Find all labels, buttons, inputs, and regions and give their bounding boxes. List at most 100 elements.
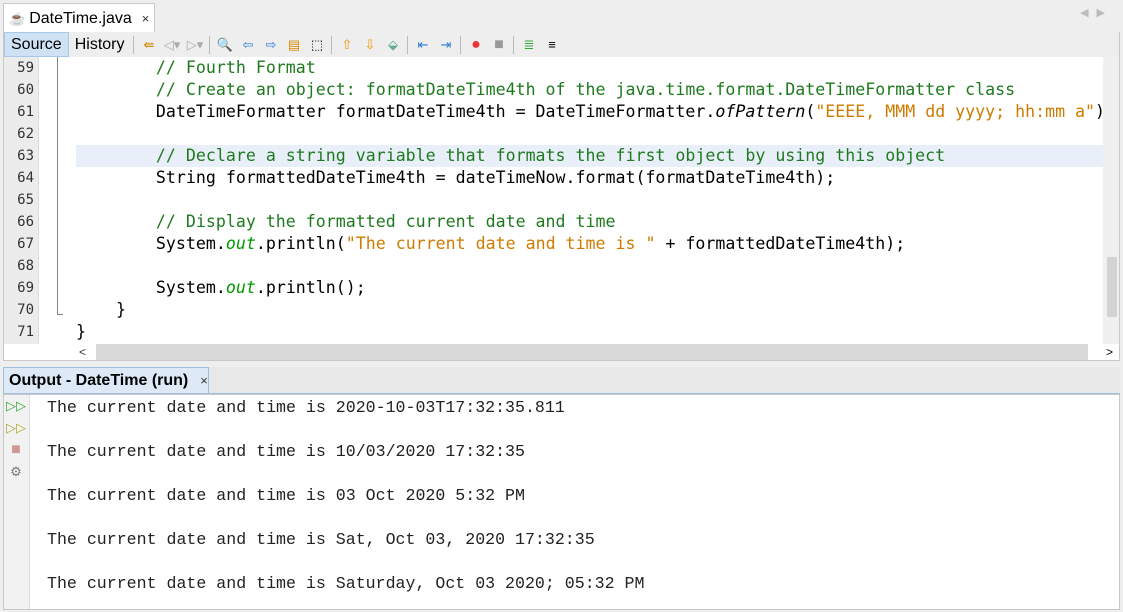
scrollbar-thumb[interactable]: [96, 344, 1088, 360]
find-previous-icon[interactable]: ⇦: [239, 36, 256, 53]
uncomment-icon[interactable]: ≡: [543, 36, 560, 53]
code-token: // Create an object: formatDateTime4th o…: [76, 80, 1016, 99]
code-line: // Fourth Format: [76, 57, 1119, 79]
code-token: out: [225, 234, 256, 253]
stop-macro-icon[interactable]: ■: [490, 36, 507, 53]
toggle-highlight-icon[interactable]: ▤: [285, 36, 302, 53]
code-area[interactable]: // Fourth Format // Create an object: fo…: [76, 57, 1119, 343]
output-panel: ▷▷ ▷▷ ■ ⚙ The current date and time is 2…: [3, 394, 1120, 610]
output-line: The current date and time is 2020-10-03T…: [47, 398, 565, 417]
scroll-left-icon[interactable]: <: [79, 344, 93, 360]
line-number: 66: [17, 214, 34, 230]
comment-icon[interactable]: ≣: [520, 36, 537, 53]
output-tab[interactable]: Output - DateTime (run) ×: [3, 367, 209, 394]
output-tab-bar: [209, 367, 1120, 394]
code-token: String formattedDateTime4th = dateTimeNo…: [76, 168, 836, 187]
find-icon[interactable]: 🔍: [216, 36, 233, 53]
toggle-bookmark-icon[interactable]: ⬙: [384, 36, 401, 53]
scrollbar-thumb[interactable]: [1107, 257, 1117, 317]
stop-icon[interactable]: ■: [6, 440, 26, 460]
line-number: 69: [17, 280, 34, 296]
divider: [460, 35, 462, 54]
line-number: 60: [17, 82, 34, 98]
close-icon[interactable]: ×: [200, 373, 208, 388]
code-line: // Create an object: formatDateTime4th o…: [76, 79, 1119, 101]
code-token: "EEEE, MMM dd yyyy; hh:mm a": [815, 102, 1096, 121]
history-tab[interactable]: History: [69, 32, 131, 57]
editor-toolbar: Source History ⇚ ◁▾ ▷▾ 🔍 ⇦ ⇨ ▤ ⬚ ⇧ ⇩ ⬙ ⇤…: [3, 32, 1120, 57]
output-line: The current date and time is Saturday, O…: [47, 574, 645, 593]
file-tab[interactable]: ☕ DateTime.java ×: [3, 3, 155, 33]
shift-left-icon[interactable]: ⇤: [414, 36, 431, 53]
output-line: The current date and time is 03 Oct 2020…: [47, 486, 525, 505]
divider: [513, 35, 515, 54]
code-token: + formattedDateTime4th);: [655, 234, 906, 253]
code-token: .println();: [255, 278, 366, 297]
rerun-icon[interactable]: ▷▷: [6, 396, 26, 416]
output-tab-title: Output - DateTime (run): [9, 371, 189, 389]
line-number: 68: [17, 258, 34, 274]
code-token: }: [76, 322, 86, 341]
code-token: }: [76, 300, 126, 319]
divider: [331, 35, 333, 54]
toggle-rectangular-selection-icon[interactable]: ⬚: [308, 36, 325, 53]
line-number: 61: [17, 104, 34, 120]
line-number: 59: [17, 60, 34, 76]
settings-icon[interactable]: ⚙: [6, 462, 26, 482]
code-line: System.out.println("The current date and…: [76, 233, 1119, 255]
fold-margin: [40, 57, 76, 344]
code-token: ofPattern: [715, 102, 806, 121]
rerun-with-options-icon[interactable]: ▷▷: [6, 418, 26, 438]
tab-scroll-arrows[interactable]: ◀▶: [1080, 6, 1113, 19]
editor-tab-bar: ☕ DateTime.java × ◀▶: [0, 0, 1123, 33]
code-token: // Declare a string variable that format…: [76, 146, 946, 165]
divider: [133, 35, 135, 54]
code-line: }: [76, 321, 1119, 343]
output-text: The current date and time is 2020-10-03T…: [47, 397, 644, 595]
last-edit-icon[interactable]: ⇚: [140, 36, 157, 53]
line-number: 67: [17, 236, 34, 252]
close-icon[interactable]: ×: [142, 11, 150, 26]
code-token: System.: [76, 234, 226, 253]
divider: [209, 35, 211, 54]
file-tab-title: DateTime.java: [29, 9, 132, 27]
output-line: The current date and time is 10/03/2020 …: [47, 442, 525, 461]
code-token: (: [805, 102, 816, 121]
scroll-right-icon[interactable]: >: [1106, 344, 1113, 360]
code-line: DateTimeFormatter formatDateTime4th = Da…: [76, 101, 1119, 123]
code-token: .println(: [255, 234, 346, 253]
forward-icon[interactable]: ▷▾: [186, 36, 204, 53]
code-editor[interactable]: 59 60 61 62 63 64 65 66 67 68 69 70 71 // Fourth For…: [3, 57, 1120, 344]
code-line: // Declare a string variable that format…: [76, 145, 1119, 167]
code-token: // Fourth Format: [76, 58, 316, 77]
shift-right-icon[interactable]: ⇥: [437, 36, 454, 53]
find-next-icon[interactable]: ⇨: [262, 36, 279, 53]
code-token: System.: [76, 278, 226, 297]
line-number: 62: [17, 126, 34, 142]
line-number: 70: [17, 302, 34, 318]
start-macro-icon[interactable]: ●: [467, 36, 484, 53]
line-number-gutter: 59 60 61 62 63 64 65 66 67 68 69 70 71: [4, 57, 39, 344]
vertical-scrollbar[interactable]: [1103, 57, 1119, 344]
output-line: The current date and time is Sat, Oct 03…: [47, 530, 595, 549]
code-line: String formattedDateTime4th = dateTimeNo…: [76, 167, 1119, 189]
previous-bookmark-icon[interactable]: ⇧: [338, 36, 355, 53]
line-number: 63: [17, 148, 34, 164]
java-file-icon: ☕: [9, 10, 26, 26]
code-token: out: [225, 278, 256, 297]
horizontal-scrollbar[interactable]: < >: [3, 344, 1120, 361]
code-token: DateTimeFormatter formatDateTime4th = Da…: [76, 102, 716, 121]
line-number: 64: [17, 170, 34, 186]
next-bookmark-icon[interactable]: ⇩: [361, 36, 378, 53]
source-tab[interactable]: Source: [4, 32, 69, 57]
back-icon[interactable]: ◁▾: [163, 36, 181, 53]
output-side-toolbar: ▷▷ ▷▷ ■ ⚙: [4, 395, 30, 609]
code-token: "The current date and time is ": [345, 234, 656, 253]
line-number: 71: [17, 324, 34, 340]
